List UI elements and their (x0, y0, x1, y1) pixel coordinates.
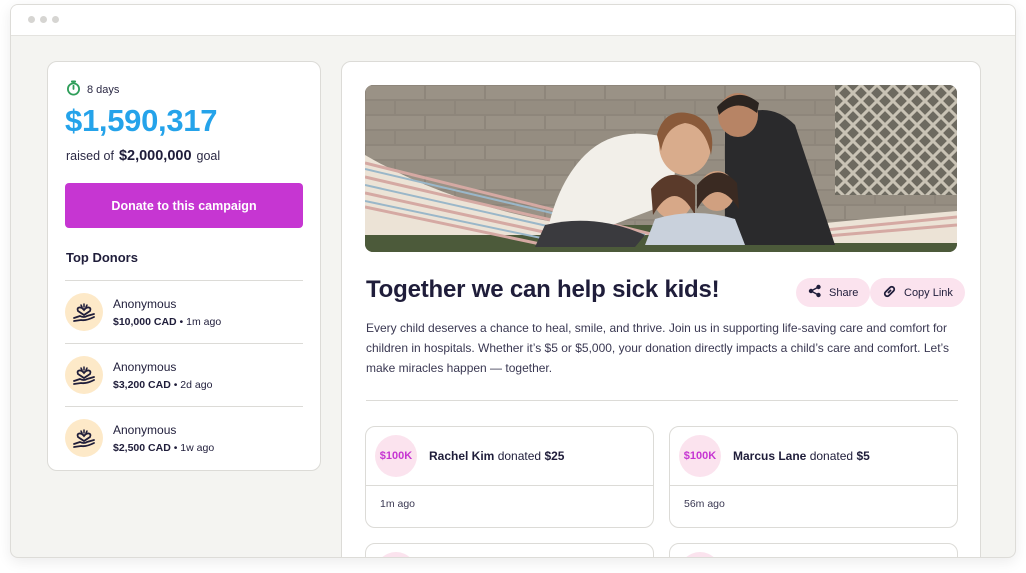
donor-name: Marcus Lane (733, 449, 807, 463)
stopwatch-icon (66, 80, 81, 99)
donor-amount: $10,000 CAD (113, 315, 177, 328)
heart-hand-icon (65, 419, 103, 457)
link-icon (882, 284, 897, 302)
donation-text: Marcus Lane donated $5 (733, 449, 870, 463)
campaign-title: Together we can help sick kids! (366, 276, 720, 303)
campaign-description: Every child deserves a chance to heal, s… (366, 321, 949, 375)
donation-badge: $100K (375, 435, 417, 477)
donor-meta: $10,000 CAD • 1m ago (113, 315, 222, 328)
goal-amount: $2,000,000 (118, 148, 192, 164)
goal-line: raised of $2,000,000 goal (66, 148, 220, 164)
campaign-hero-image (365, 85, 957, 252)
browser-window: 8 days $1,590,317 raised of $2,000,000 g… (10, 4, 1016, 558)
window-dot (28, 16, 35, 23)
copy-link-label: Copy Link (904, 286, 953, 299)
donor-amount: $2,500 CAD (113, 441, 171, 454)
donation-verb: donated (809, 449, 854, 463)
heart-hand-icon (65, 293, 103, 331)
donation-amount: $25 (544, 449, 565, 463)
share-label: Share (829, 286, 859, 299)
donation-card: $100K Marcus Lane donated $5 56m ago (669, 426, 958, 528)
donor-row: Anonymous $10,000 CAD • 1m ago (65, 280, 303, 343)
donor-meta: $3,200 CAD • 2d ago (113, 378, 213, 391)
donor-meta: $2,500 CAD • 1w ago (113, 441, 215, 454)
share-icon (808, 284, 822, 301)
donation-text: Rachel Kim donated $25 (429, 449, 564, 463)
donation-card: $100K Rachel Kim donated $25 1m ago (365, 426, 654, 528)
donation-card-partial (669, 543, 958, 557)
raised-prefix: raised of (66, 149, 114, 163)
donor-row: Anonymous $3,200 CAD • 2d ago (65, 343, 303, 406)
donor-name: Anonymous (113, 296, 177, 311)
divider (366, 400, 958, 401)
donation-amount: $5 (856, 449, 870, 463)
donation-badge (679, 552, 721, 557)
share-button[interactable]: Share (796, 278, 871, 307)
donor-amount: $3,200 CAD (113, 378, 171, 391)
window-titlebar (11, 5, 1015, 36)
window-dot (52, 16, 59, 23)
top-donors-title: Top Donors (66, 250, 138, 265)
donor-time: 1w ago (180, 441, 215, 454)
donor-row: Anonymous $2,500 CAD • 1w ago (65, 406, 303, 469)
donor-name: Anonymous (113, 422, 177, 437)
donation-badge (375, 552, 417, 557)
goal-suffix: goal (196, 149, 221, 163)
heart-hand-icon (65, 356, 103, 394)
copy-link-button[interactable]: Copy Link (870, 278, 965, 307)
donor-time: 1m ago (186, 315, 222, 328)
window-dot (40, 16, 47, 23)
donation-time: 1m ago (380, 498, 416, 510)
donate-button[interactable]: Donate to this campaign (65, 183, 303, 228)
donation-verb: donated (497, 449, 542, 463)
days-remaining: 8 days (66, 80, 119, 99)
donor-name: Anonymous (113, 359, 177, 374)
donation-card-partial (365, 543, 654, 557)
top-donors-list: Anonymous $10,000 CAD • 1m ago Anonymous… (65, 280, 303, 469)
donor-time: 2d ago (180, 378, 213, 391)
campaign-summary-card: 8 days $1,590,317 raised of $2,000,000 g… (47, 61, 321, 471)
campaign-main-card: Together we can help sick kids! Share Co… (341, 61, 981, 557)
donation-time: 56m ago (684, 498, 725, 510)
donor-name: Rachel Kim (429, 449, 495, 463)
raised-amount: $1,590,317 (65, 103, 218, 138)
days-left-text: 8 days (87, 83, 120, 96)
donation-badge: $100K (679, 435, 721, 477)
